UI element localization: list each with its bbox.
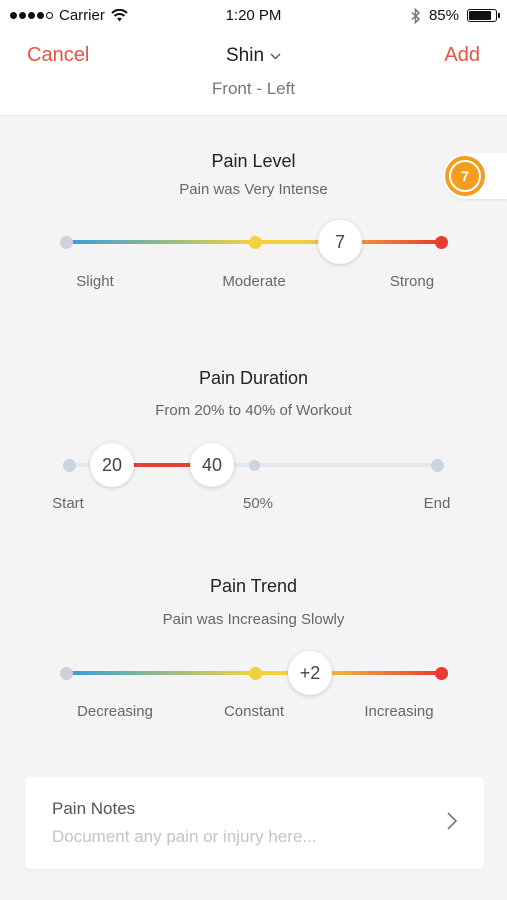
pain-level-min-dot — [59, 235, 73, 249]
pain-duration-label-start: Start — [52, 495, 84, 512]
nav-bar: Cancel Shin Front - Left Add — [0, 32, 507, 116]
battery-fill — [469, 11, 492, 20]
pain-duration-end-thumb[interactable]: 40 — [190, 443, 234, 487]
pain-trend-label-increasing: Increasing — [364, 703, 434, 720]
pain-notes-title: Pain Notes — [52, 799, 136, 818]
pain-duration-label-half: 50% — [242, 495, 274, 512]
nav-title-area: Shin — [0, 45, 507, 67]
battery-percent: 85% — [428, 7, 459, 24]
pain-trend-label-decreasing: Decreasing — [77, 703, 153, 720]
pain-level-subtitle: Pain was Very Intense — [179, 181, 328, 198]
pain-level-label-moderate: Moderate — [222, 273, 286, 290]
battery-icon — [467, 9, 500, 22]
pain-notes-card[interactable]: Pain Notes Document any pain or injury h… — [25, 777, 484, 869]
pain-duration-label-end: End — [423, 495, 451, 512]
pain-trend-mid-dot — [248, 666, 262, 680]
pain-level-title: Pain Level — [211, 151, 296, 171]
pain-level-label-slight: Slight — [76, 273, 114, 290]
pain-trend-title: Pain Trend — [209, 576, 298, 596]
add-button[interactable]: Add — [444, 44, 480, 67]
pain-level-label-strong: Strong — [389, 273, 435, 290]
status-right: 85% — [411, 7, 500, 24]
pain-trend-max-dot — [434, 666, 448, 680]
pain-duration-mid-dot — [248, 459, 260, 471]
pain-duration-end-dot — [430, 458, 444, 472]
pain-duration-title: Pain Duration — [198, 368, 309, 388]
pain-level-mid-dot — [248, 235, 262, 249]
pain-duration-start-thumb[interactable]: 20 — [90, 443, 134, 487]
pain-level-slider-thumb[interactable]: 7 — [318, 220, 362, 264]
pain-level-max-dot — [434, 235, 448, 249]
chevron-right-icon — [447, 812, 458, 830]
nav-title: Shin — [225, 45, 265, 66]
status-bar: Carrier 1:20 PM 85% — [0, 0, 507, 32]
pain-duration-subtitle: From 20% to 40% of Workout — [155, 402, 352, 419]
pain-trend-subtitle: Pain was Increasing Slowly — [162, 611, 345, 628]
pain-trend-min-dot — [59, 666, 73, 680]
pain-duration-start-dot — [62, 458, 76, 472]
body-part-selector[interactable]: Shin — [226, 45, 281, 67]
bluetooth-icon — [411, 7, 421, 24]
pain-notes-placeholder: Document any pain or injury here... — [52, 827, 317, 846]
chevron-down-icon — [270, 53, 281, 59]
nav-subtitle: Front - Left — [211, 79, 296, 98]
pain-trend-slider-thumb[interactable]: +2 — [288, 651, 332, 695]
pain-trend-label-constant: Constant — [223, 703, 285, 720]
